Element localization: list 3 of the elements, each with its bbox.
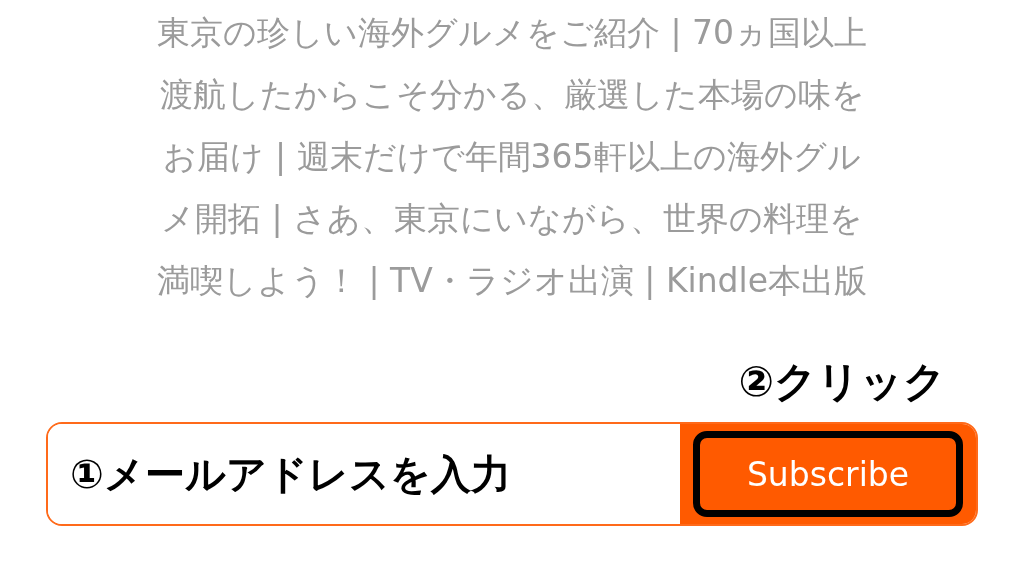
- annotation-text: ①メールアドレスを入力: [70, 449, 511, 499]
- annotation-text: ②クリック: [738, 356, 946, 408]
- description: 東京の珍しい海外グルメをご紹介 | 70ヵ国以上 渡航したからこそ分かる、厳選した本場の味を お届け | 週末だけで年間365軒以上の海外グル メ開拓 | さあ、東京にいながら、世界の料理を 満喫しよう！ | TV・ラジオ出演 | Kindle本出版: [156, 12, 868, 302]
